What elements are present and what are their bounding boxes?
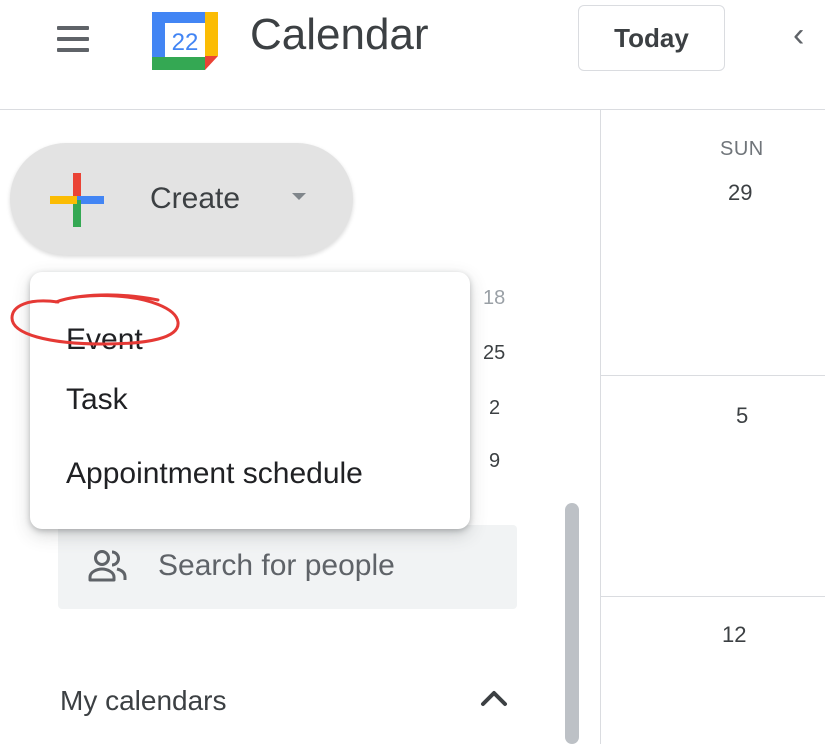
search-placeholder: Search for people xyxy=(158,549,395,582)
my-calendars-heading[interactable]: My calendars xyxy=(60,683,227,719)
create-label: Create xyxy=(150,182,241,215)
menu-item-event[interactable]: Event xyxy=(30,306,470,372)
day-header-sun: SUN xyxy=(720,138,764,160)
calendar-logo-icon: 22 xyxy=(150,10,222,72)
week-divider xyxy=(601,375,825,376)
menu-item-label: Task xyxy=(66,383,128,416)
day-number[interactable]: 5 xyxy=(736,403,748,429)
menu-item-task[interactable]: Task xyxy=(30,366,470,432)
chevron-left-icon[interactable]: ‹ xyxy=(793,10,825,60)
caret-down-icon xyxy=(292,193,306,200)
hamburger-menu-icon[interactable] xyxy=(55,22,95,56)
mini-calendar-day[interactable]: 2 xyxy=(489,397,500,420)
grid-divider xyxy=(600,110,601,744)
menu-item-label: Event xyxy=(66,323,143,356)
chevron-up-icon[interactable] xyxy=(477,682,511,716)
people-icon xyxy=(88,548,128,584)
day-number[interactable]: 29 xyxy=(728,180,752,206)
menu-item-appointment-schedule[interactable]: Appointment schedule xyxy=(30,440,470,506)
sidebar-scrollbar[interactable] xyxy=(565,503,579,744)
week-divider xyxy=(601,596,825,597)
create-dropdown-menu: Event Task Appointment schedule xyxy=(30,272,470,529)
logo-day-number: 22 xyxy=(172,29,199,56)
mini-calendar-day[interactable]: 25 xyxy=(483,342,505,365)
menu-item-label: Appointment schedule xyxy=(66,457,363,490)
day-number[interactable]: 12 xyxy=(722,622,746,648)
create-button[interactable]: Create xyxy=(10,143,353,255)
mini-calendar-day[interactable]: 9 xyxy=(489,450,500,473)
today-button[interactable]: Today xyxy=(578,5,725,71)
mini-calendar-day[interactable]: 18 xyxy=(483,287,505,310)
app-title: Calendar xyxy=(250,10,429,59)
plus-icon xyxy=(48,171,106,229)
